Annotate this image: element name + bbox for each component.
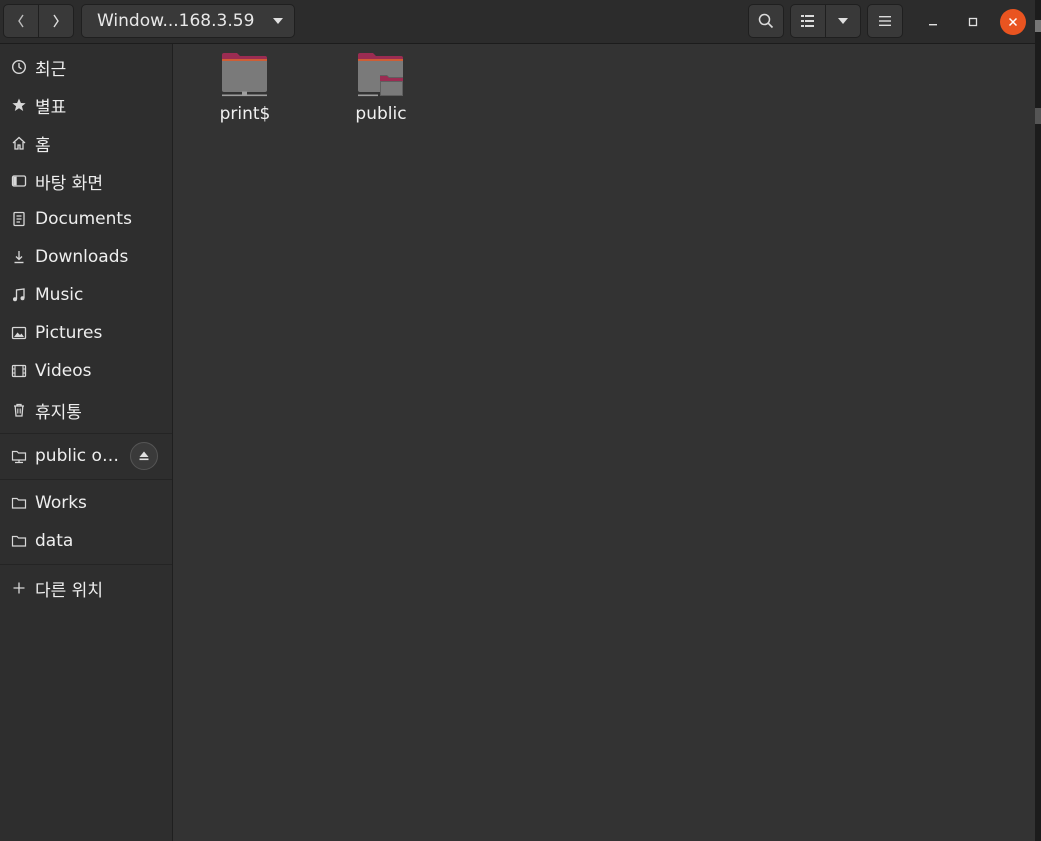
sidebar-item-videos[interactable]: Videos <box>0 353 172 389</box>
maximize-icon <box>968 17 978 27</box>
clock-icon <box>10 58 28 76</box>
sidebar-item-data[interactable]: data <box>0 523 172 559</box>
search-button[interactable] <box>748 4 784 38</box>
sidebar-item-label: Works <box>35 493 87 513</box>
sidebar-item-label: public o… <box>35 446 119 466</box>
background-edge-mark <box>1035 20 1041 32</box>
sidebar-item-recent[interactable]: 최근 <box>0 49 172 85</box>
sidebar-item-trash[interactable]: 휴지통 <box>0 392 172 428</box>
caret-down-icon <box>838 18 848 24</box>
trash-icon <box>10 401 28 419</box>
view-options-button[interactable] <box>825 4 861 38</box>
list-view-icon <box>801 15 814 27</box>
sidebar-item-documents[interactable]: Documents <box>0 201 172 237</box>
folder-icon <box>10 532 28 550</box>
sidebar-item-label: 별표 <box>35 97 67 118</box>
sidebar-item-desktop[interactable]: 바탕 화면 <box>0 163 172 199</box>
list-view-button[interactable] <box>790 4 826 38</box>
sidebar-separator <box>0 433 172 434</box>
desktop-icon <box>10 172 28 190</box>
sidebar-item-other-locations[interactable]: 다른 위치 <box>0 570 172 606</box>
sidebar-item-label: Videos <box>35 361 92 381</box>
sidebar-item-starred[interactable]: 별표 <box>0 87 172 123</box>
sidebar-separator <box>0 564 172 565</box>
folder-icon <box>10 494 28 512</box>
share-item-print[interactable]: print$ <box>190 52 300 124</box>
sidebar-item-label: 바탕 화면 <box>35 173 103 194</box>
item-label: public <box>355 104 407 124</box>
close-button[interactable] <box>1000 9 1026 35</box>
sidebar-item-music[interactable]: Music <box>0 277 172 313</box>
hamburger-menu-icon <box>879 16 891 26</box>
caret-down-icon <box>273 18 283 24</box>
sidebar-item-pictures[interactable]: Pictures <box>0 315 172 351</box>
sidebar-separator <box>0 479 172 480</box>
network-folder-icon <box>10 447 28 465</box>
file-manager-window: Window...168.3.59 최근 별표 홈 바탕 화면 Document… <box>0 0 1035 841</box>
minimize-button[interactable] <box>920 9 946 35</box>
back-button[interactable] <box>3 4 39 38</box>
document-icon <box>10 210 28 228</box>
music-icon <box>10 286 28 304</box>
sidebar-item-home[interactable]: 홈 <box>0 125 172 161</box>
forward-button[interactable] <box>38 4 74 38</box>
background-edge <box>1035 0 1041 841</box>
eject-button[interactable] <box>130 442 158 470</box>
header-bar: Window...168.3.59 <box>0 0 1035 44</box>
eject-icon <box>139 451 149 461</box>
sidebar-item-label: Documents <box>35 209 132 229</box>
search-icon <box>758 13 774 29</box>
shared-folder-icon <box>358 53 403 97</box>
picture-icon <box>10 324 28 342</box>
sidebar-item-label: data <box>35 531 74 551</box>
sidebar-item-downloads[interactable]: Downloads <box>0 239 172 275</box>
network-printer-share-icon <box>222 53 267 97</box>
sidebar-item-label: Downloads <box>35 247 129 267</box>
location-label: Window...168.3.59 <box>97 11 255 31</box>
background-edge-mark <box>1035 108 1041 124</box>
places-sidebar: 최근 별표 홈 바탕 화면 Documents Downloads Music <box>0 44 173 841</box>
file-view: print$ public <box>174 44 1035 841</box>
video-icon <box>10 362 28 380</box>
close-icon <box>1008 17 1018 27</box>
sidebar-item-works[interactable]: Works <box>0 485 172 521</box>
home-icon <box>10 134 28 152</box>
sidebar-item-label: Music <box>35 285 84 305</box>
maximize-button[interactable] <box>960 9 986 35</box>
item-label: print$ <box>219 104 271 124</box>
download-icon <box>10 248 28 266</box>
sidebar-item-label: Pictures <box>35 323 103 343</box>
plus-icon <box>10 579 28 597</box>
sidebar-item-label: 다른 위치 <box>35 580 103 601</box>
sidebar-item-label: 최근 <box>35 59 67 80</box>
main-menu-button[interactable] <box>867 4 903 38</box>
sidebar-item-label: 휴지통 <box>35 402 82 423</box>
location-bar-button[interactable]: Window...168.3.59 <box>81 4 295 38</box>
star-icon <box>10 96 28 114</box>
share-item-public[interactable]: public <box>326 52 436 124</box>
sidebar-item-network-mount[interactable]: public o… <box>0 438 125 474</box>
sidebar-item-label: 홈 <box>35 135 51 156</box>
minimize-icon <box>929 24 937 26</box>
chevron-right-icon <box>53 14 59 28</box>
chevron-left-icon <box>18 14 24 28</box>
